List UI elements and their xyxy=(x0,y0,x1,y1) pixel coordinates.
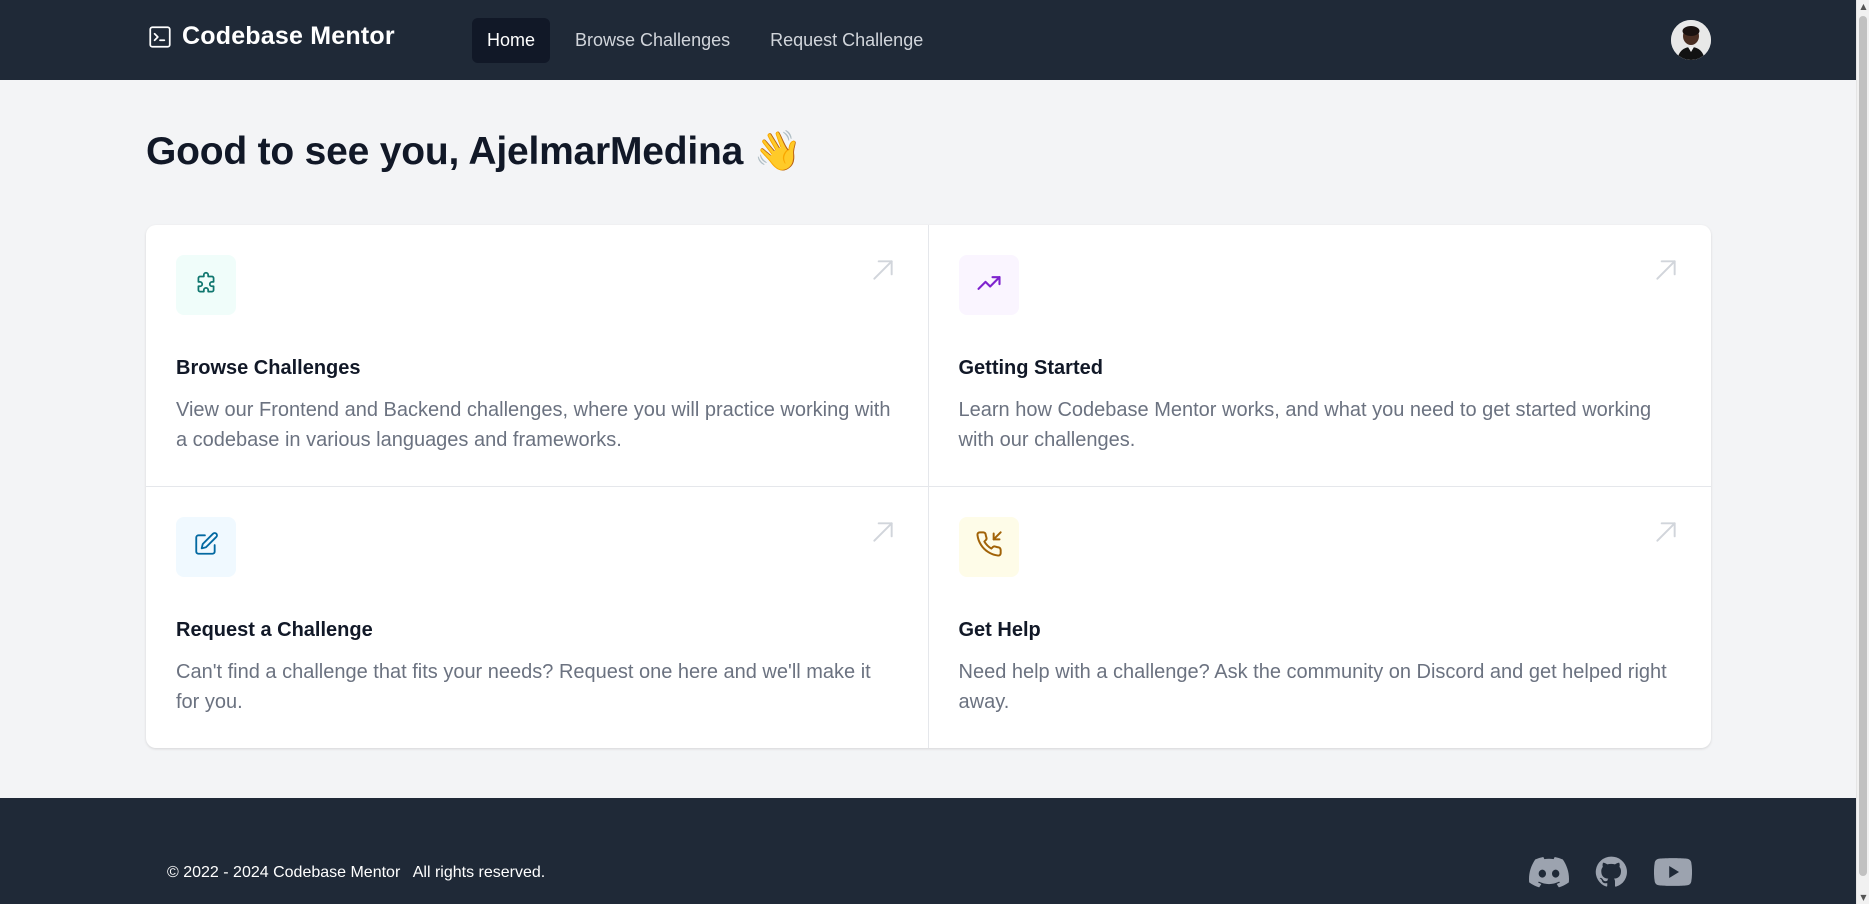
rights-text: All rights reserved. xyxy=(412,864,546,881)
scrollbar-thumb[interactable] xyxy=(1859,16,1867,876)
pencil-square-icon xyxy=(193,531,219,562)
brand-name: Codebase Mentor xyxy=(182,22,395,50)
main-nav: Home Browse Challenges Request Challenge xyxy=(472,18,938,63)
card-icon-badge xyxy=(176,255,236,315)
arrow-up-right-icon xyxy=(1653,519,1679,545)
user-avatar[interactable] xyxy=(1671,20,1711,60)
card-description: View our Frontend and Backend challenges… xyxy=(176,399,891,451)
card-title: Getting Started xyxy=(958,357,1103,379)
arrow-up-right-icon xyxy=(870,519,896,545)
card-getting-started[interactable]: Getting Started Learn how Codebase Mento… xyxy=(928,225,1711,487)
arrow-up-right-icon xyxy=(870,257,896,283)
social-links xyxy=(1529,854,1693,890)
card-description: Need help with a challenge? Ask the comm… xyxy=(958,660,1667,713)
page-footer: © 2022 - 2024 Codebase Mentor All rights… xyxy=(0,798,1856,904)
arrow-up-right-icon xyxy=(1653,257,1679,283)
page-scrollbar[interactable]: ▲ ▼ xyxy=(1856,0,1869,904)
nav-request-challenge[interactable]: Request Challenge xyxy=(755,18,938,63)
trending-up-icon xyxy=(975,269,1003,302)
card-icon-badge xyxy=(958,255,1019,315)
card-description: Can't find a challenge that fits your ne… xyxy=(176,660,871,713)
card-get-help[interactable]: Get Help Need help with a challenge? Ask… xyxy=(929,487,1712,749)
card-request-challenge[interactable]: Request a Challenge Can't find a challen… xyxy=(146,486,929,748)
card-title: Get Help xyxy=(958,618,1041,641)
nav-home[interactable]: Home xyxy=(472,18,551,63)
page-title: Good to see you, AjelmarMedina 👋 xyxy=(146,130,803,173)
card-browse-challenges[interactable]: Browse Challenges View our Frontend and … xyxy=(146,225,929,487)
phone-incoming-icon xyxy=(975,530,1003,563)
puzzle-icon xyxy=(193,270,219,301)
card-icon-badge xyxy=(176,516,236,577)
discord-icon[interactable] xyxy=(1529,854,1569,890)
terminal-icon xyxy=(147,24,173,50)
brand-logo[interactable]: Codebase Mentor xyxy=(147,22,395,51)
footer-copyright: © 2022 - 2024 Codebase Mentor All rights… xyxy=(167,864,545,882)
action-cards-grid: Browse Challenges View our Frontend and … xyxy=(146,225,1711,748)
youtube-icon[interactable] xyxy=(1653,854,1693,890)
scroll-down-arrow-icon[interactable]: ▼ xyxy=(1859,893,1868,902)
github-icon[interactable] xyxy=(1591,854,1631,890)
copyright-text: © 2022 - 2024 Codebase Mentor xyxy=(167,864,401,881)
card-title: Browse Challenges xyxy=(176,357,361,379)
card-description: Learn how Codebase Mentor works, and wha… xyxy=(958,399,1652,451)
nav-browse-challenges[interactable]: Browse Challenges xyxy=(560,18,745,63)
scroll-up-arrow-icon[interactable]: ▲ xyxy=(1859,2,1868,11)
top-navbar: Codebase Mentor Home Browse Challenges R… xyxy=(0,0,1856,80)
card-title: Request a Challenge xyxy=(176,618,373,641)
card-icon-badge xyxy=(958,516,1019,577)
